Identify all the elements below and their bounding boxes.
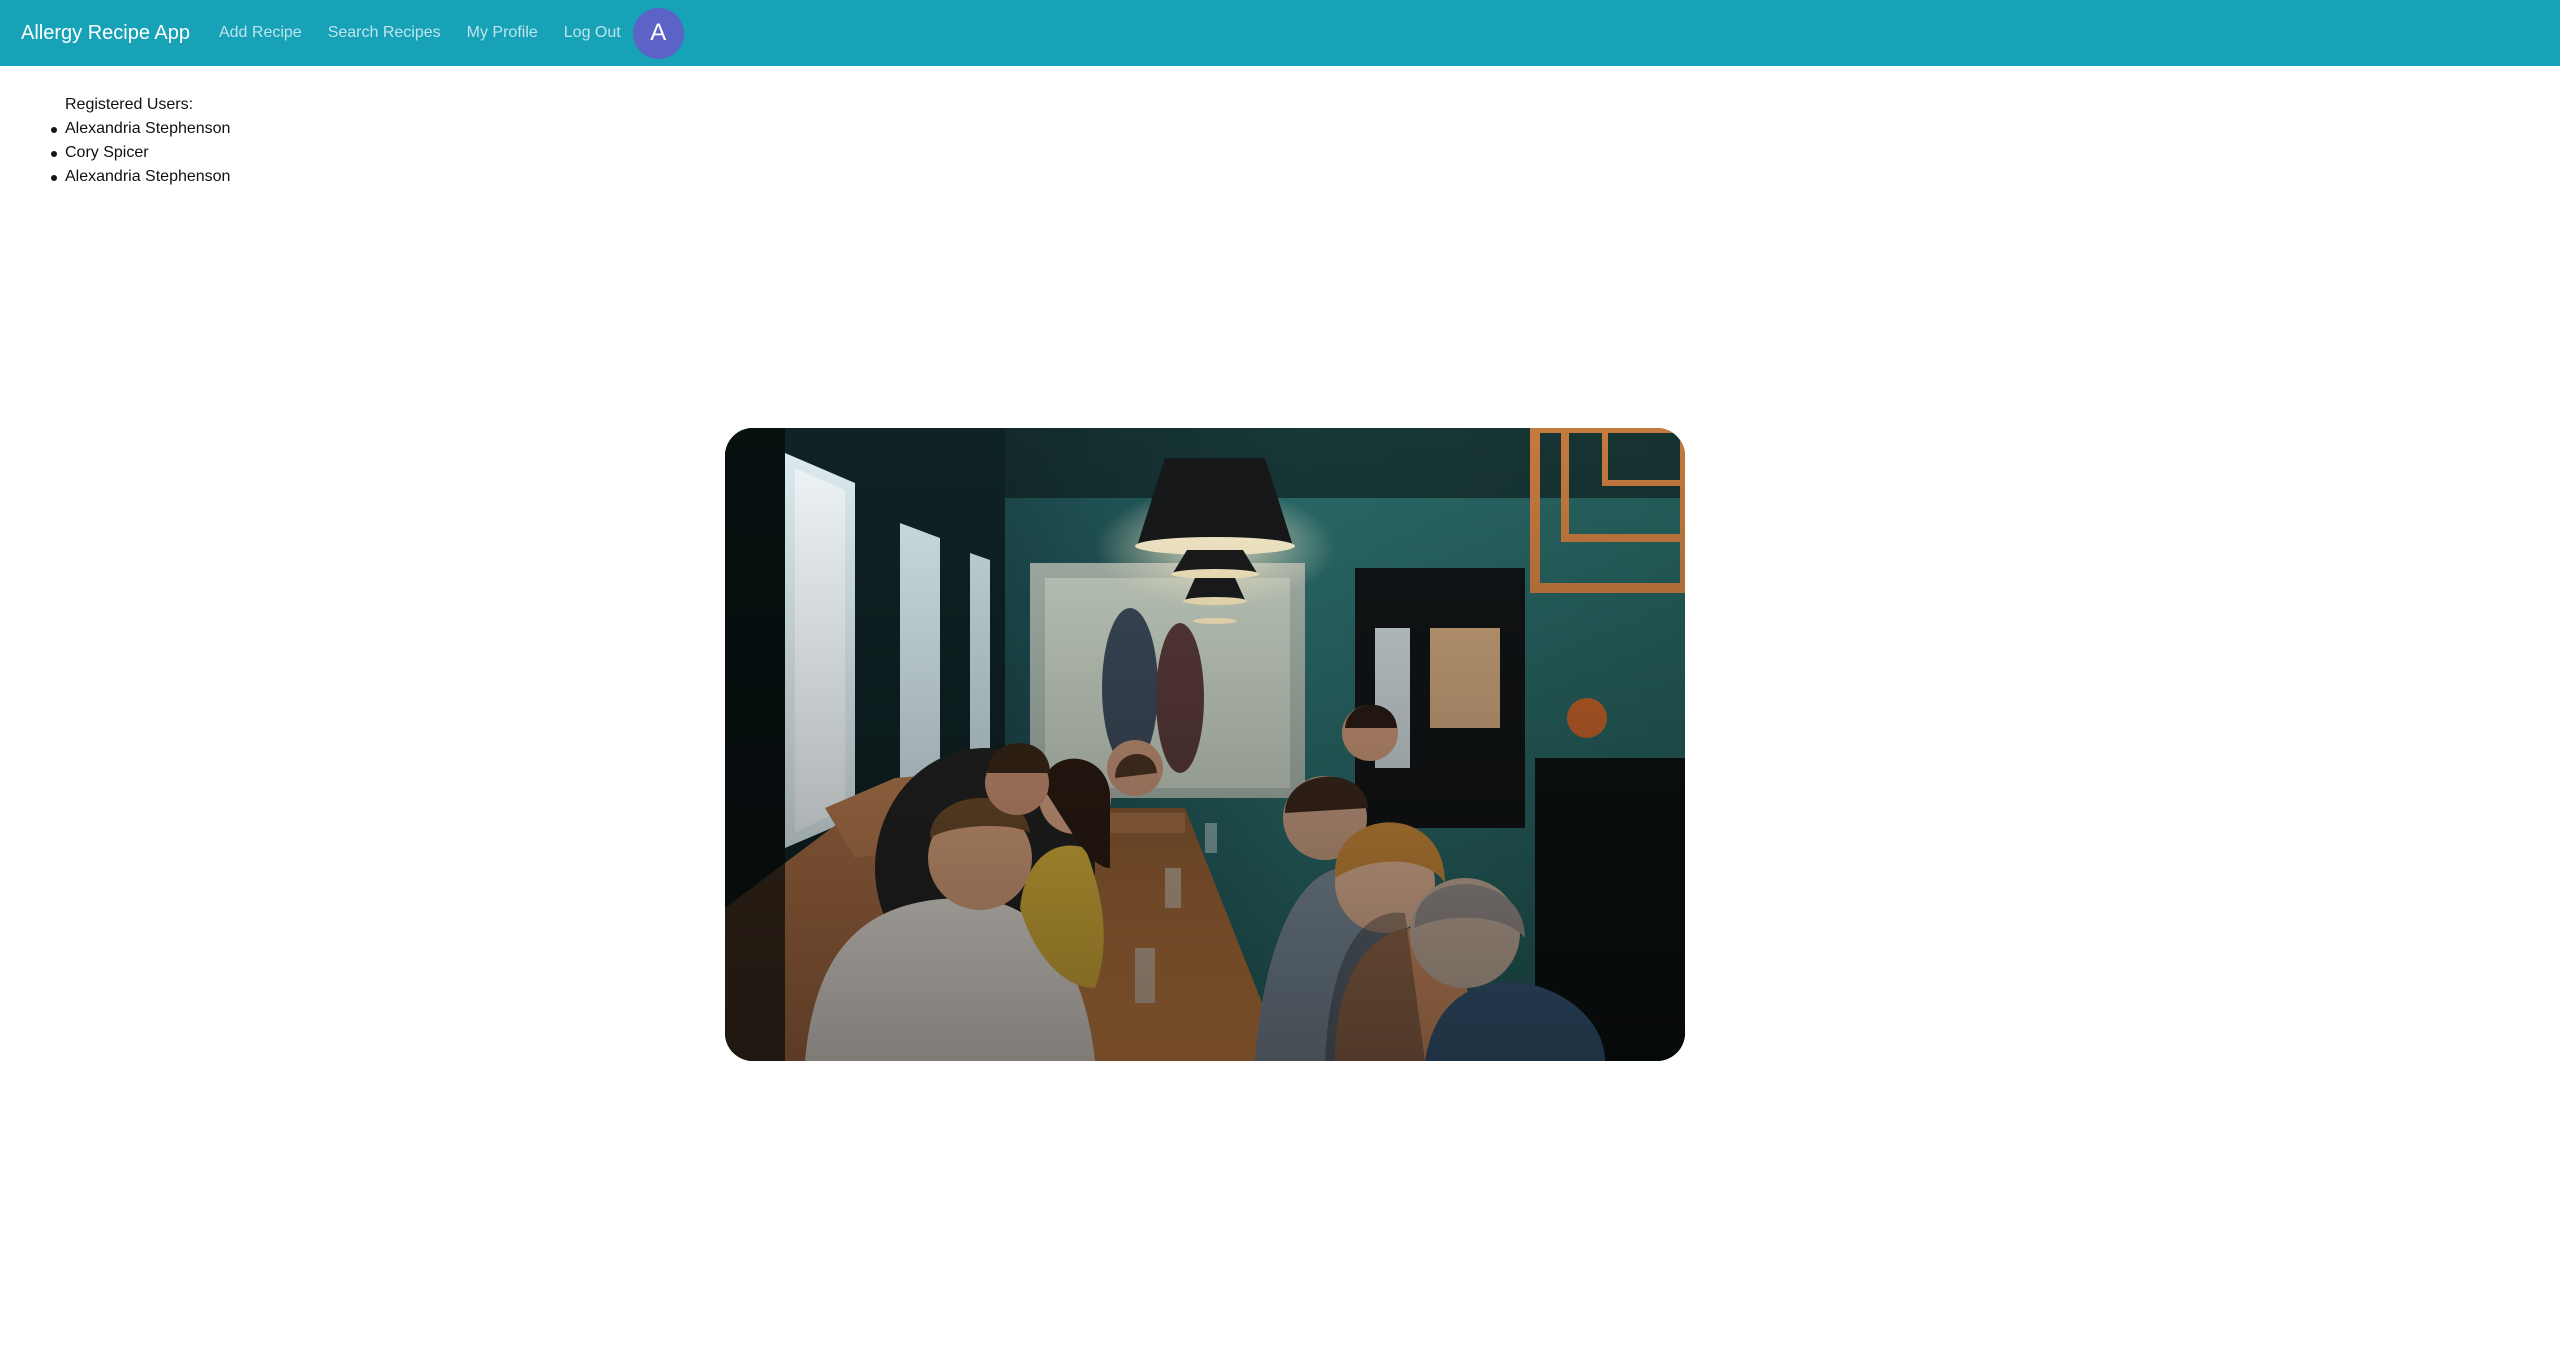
registered-users-section: Registered Users: Alexandria Stephenson … <box>50 93 230 189</box>
nav-log-out[interactable]: Log Out <box>564 24 621 42</box>
registered-users-heading: Registered Users: <box>65 96 194 113</box>
list-item: Alexandria Stephenson <box>50 117 230 141</box>
avatar-letter: A <box>650 19 667 46</box>
top-navbar: Allergy Recipe App Add Recipe Search Rec… <box>0 0 2560 66</box>
registered-users-list: Alexandria Stephenson Cory Spicer Alexan… <box>50 117 230 189</box>
app-brand-link[interactable]: Allergy Recipe App <box>21 22 190 45</box>
user-avatar[interactable]: A <box>632 7 684 59</box>
nav-add-recipe[interactable]: Add Recipe <box>219 24 302 42</box>
list-item: Alexandria Stephenson <box>50 165 230 189</box>
restaurant-photo <box>725 428 1685 1061</box>
list-item: Cory Spicer <box>50 141 230 165</box>
nav-my-profile[interactable]: My Profile <box>467 24 538 42</box>
nav-search-recipes[interactable]: Search Recipes <box>328 24 441 42</box>
